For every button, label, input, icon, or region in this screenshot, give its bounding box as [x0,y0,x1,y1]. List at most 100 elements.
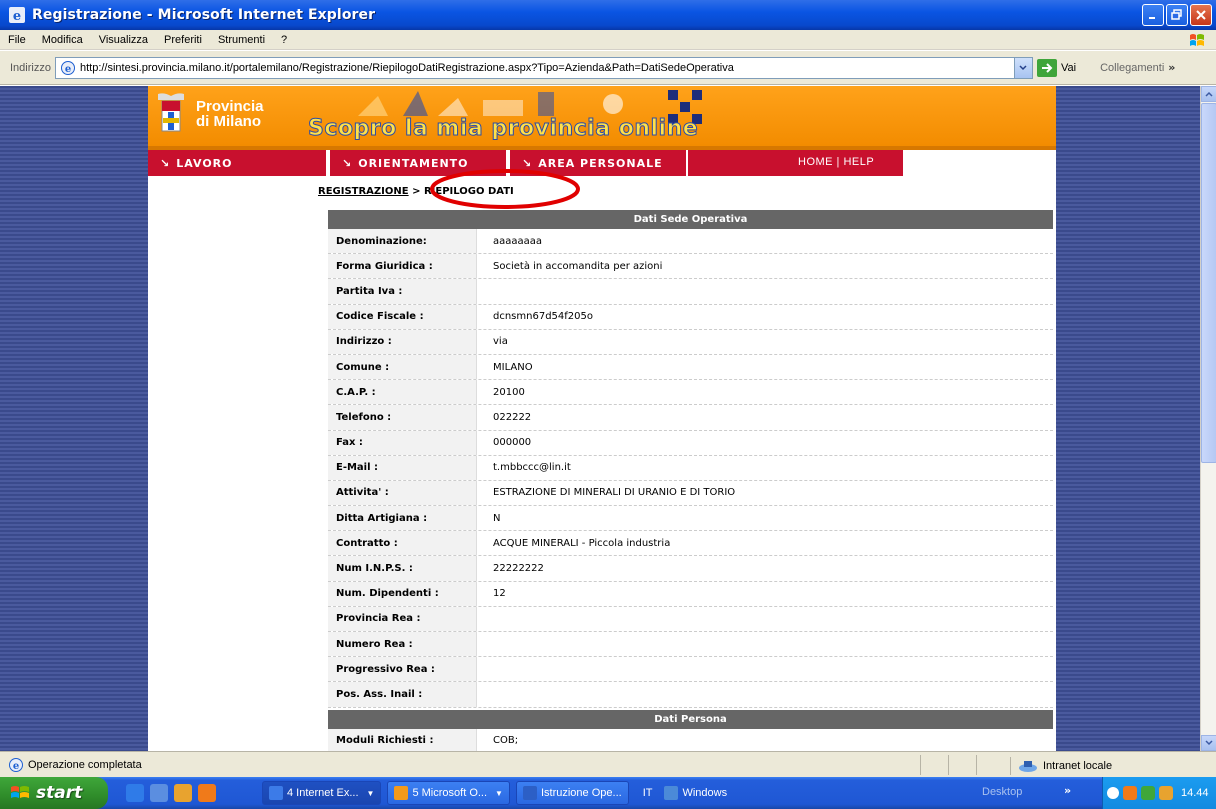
page-done-icon: e [9,757,23,772]
start-button[interactable]: start [0,777,108,809]
left-background-band [0,86,148,751]
scroll-up-button[interactable] [1201,86,1216,102]
status-panel [920,755,948,775]
menu-file[interactable]: File [0,34,34,46]
window-icon [664,786,679,800]
field-value [477,607,1053,631]
field-value [477,279,1053,303]
field-label: Pos. Ass. Inail : [328,682,477,707]
page-icon: e [60,60,75,75]
table-row: Ditta Artigiana : N [328,506,1053,532]
zone-label: Intranet locale [1043,760,1113,772]
task-label: 4 Internet Ex... [287,787,359,799]
address-dropdown-button[interactable] [1013,57,1032,78]
ie2-quicklaunch-icon[interactable] [150,784,168,802]
menu-preferiti[interactable]: Preferiti [156,34,210,46]
field-value: 022222 [493,411,532,423]
intranet-icon [1019,761,1037,772]
provincia-logo-icon [158,93,184,132]
address-url: http://sintesi.provincia.milano.it/porta… [79,61,734,74]
ie-quicklaunch-icon[interactable] [126,784,144,802]
field-value: COB; [493,735,519,747]
task-label: Istruzione Ope... [540,787,622,799]
links-chevron-icon[interactable]: » [1168,61,1175,74]
field-value [477,657,1053,681]
field-value: ACQUE MINERALI - Piccola industria [493,537,671,549]
section-header-sede-operativa: Dati Sede Operativa [328,210,1053,229]
go-arrow-icon [1036,58,1057,77]
table-row: Attivita' : ESTRAZIONE DI MINERALI DI URA… [328,480,1053,507]
svg-text:e: e [13,761,19,772]
breadcrumb-registrazione-link[interactable]: REGISTRAZIONE [318,186,409,197]
restore-button[interactable] [1166,4,1188,26]
restore-icon [1171,9,1182,20]
field-value: 000000 [493,437,532,449]
start-label: start [36,783,83,803]
menu-bar: File Modifica Visualizza Preferiti Strum… [0,30,1216,50]
right-background-band [1056,86,1200,751]
section-header-dati-persona: Dati Persona [328,709,1053,729]
field-label: Indirizzo : [328,329,477,354]
table-row: Denominazione: aaaaaaaa [328,229,1053,255]
field-label: Ditta Artigiana : [328,506,477,531]
scroll-thumb[interactable] [1201,103,1216,463]
field-label: Attivita' : [328,480,477,506]
table-row: Indirizzo : via [328,329,1053,355]
menu-visualizza[interactable]: Visualizza [91,34,156,46]
field-value [477,632,1053,656]
go-button[interactable]: Vai [1036,58,1077,77]
go-label: Vai [1060,61,1077,74]
field-value: 22222222 [493,563,544,575]
table-row: Progressivo Rea : [328,657,1053,683]
toolbar-chevron-icon[interactable]: » [1064,784,1071,797]
field-label: E-Mail : [328,455,477,480]
field-value: ESTRAZIONE DI MINERALI DI URANIO E DI TO… [493,487,736,499]
nav-tab-lavoro-label: LAVORO [176,156,233,170]
language-indicator[interactable]: IT [643,787,653,799]
close-button[interactable] [1190,4,1212,26]
table-row: Pos. Ass. Inail : [328,682,1053,708]
media-quicklaunch-icon[interactable] [174,784,192,802]
scroll-down-button[interactable] [1201,735,1216,751]
chevron-down-icon: ▼ [366,788,375,798]
volume-tray-icon[interactable] [1159,786,1173,800]
field-value: Società in accomandita per azioni [493,260,663,272]
browser-viewport: Provincia di Milano Scopro la mia provin… [0,86,1200,751]
field-label: Provincia Rea : [328,606,477,631]
provincia-name: Provincia di Milano [196,99,264,129]
table-row: Provincia Rea : [328,606,1053,632]
address-input[interactable]: e http://sintesi.provincia.milano.it/por… [54,56,1033,79]
minimize-button[interactable] [1142,4,1164,26]
task-button-windows[interactable]: Windows [658,781,733,805]
security-zone[interactable]: Intranet locale [1010,757,1112,775]
data-table: Dati Sede Operativa Denominazione: aaaaaa… [328,210,1053,751]
field-value: MILANO [493,361,533,373]
task-button-word[interactable]: Istruzione Ope... [515,781,629,805]
menu-strumenti[interactable]: Strumenti [210,34,273,46]
desktop-toolbar[interactable]: Desktop [982,786,1022,798]
table-row: E-Mail : t.mbbccc@lin.it [328,455,1053,481]
nav-tab-lavoro[interactable]: ↘ LAVORO [148,150,328,176]
site-slogan: Scopro la mia provincia online [307,116,699,142]
office-quicklaunch-icon[interactable] [198,784,216,802]
menu-modifica[interactable]: Modifica [34,34,91,46]
vertical-scrollbar[interactable] [1200,86,1216,751]
field-label: Numero Rea : [328,632,477,657]
field-label: Progressivo Rea : [328,657,477,682]
home-help-links[interactable]: HOME | HELP [798,156,874,168]
sede-operativa-rows: Denominazione: aaaaaaaa Forma Giuridica : S… [328,229,1053,708]
table-row: Forma Giuridica : Società in accomandita … [328,254,1053,280]
links-toolbar[interactable]: Collegamenti [1100,62,1164,74]
field-label: Codice Fiscale : [328,304,477,329]
field-value: 12 [493,588,506,600]
close-icon [1196,10,1206,20]
task-button-ie[interactable]: 4 Internet Ex... ▼ [262,781,382,805]
field-label: Fax : [328,430,477,455]
task-button-office[interactable]: 5 Microsoft O... ▼ [387,781,510,805]
field-label: Telefono : [328,405,477,430]
office-tray-icon[interactable] [1123,786,1137,800]
tray-expand-icon[interactable] [1107,787,1119,799]
network-tray-icon[interactable] [1141,786,1155,800]
menu-help[interactable]: ? [273,34,295,46]
site-banner: Provincia di Milano Scopro la mia provin… [148,86,1056,146]
